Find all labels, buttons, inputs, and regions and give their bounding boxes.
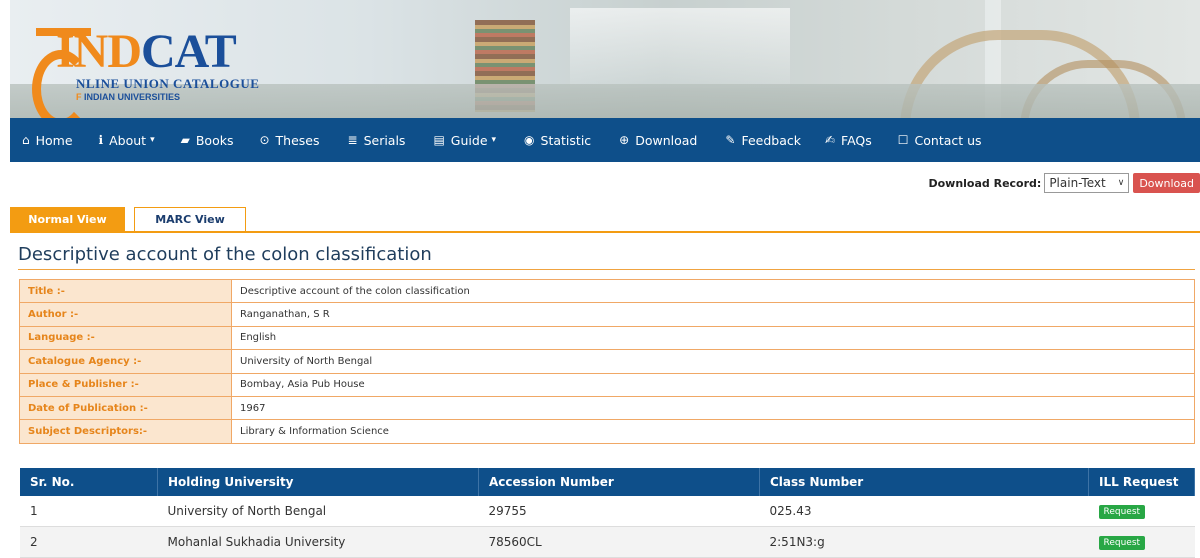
nav-serials[interactable]: ≣ Serials xyxy=(348,118,406,162)
detail-row: Author :- Ranganathan, S R xyxy=(19,302,1195,327)
download-icon: ⊕ xyxy=(619,133,630,147)
newspaper-icon: ≣ xyxy=(347,133,358,147)
book-icon: ▰ xyxy=(180,133,190,147)
tab-normal-view[interactable]: Normal View xyxy=(10,207,125,231)
table-row: 1 University of North Bengal 29755 025.4… xyxy=(20,496,1195,527)
detail-value: 1967 xyxy=(231,395,1195,421)
pencil-icon: ✎ xyxy=(725,133,736,147)
detail-label: Date of Publication :- xyxy=(19,395,232,421)
cell-sr: 2 xyxy=(20,526,158,558)
cell-class: 025.43 xyxy=(759,496,1089,527)
square-icon: ☐ xyxy=(897,133,909,147)
detail-value: Library & Information Science xyxy=(231,419,1195,444)
cell-class: 2:51N3:g xyxy=(759,526,1089,558)
cell-accession: 29755 xyxy=(478,496,760,527)
nav-guide[interactable]: ▤ Guide ▾ xyxy=(433,118,496,162)
header-banner: INDCAT NLINE UNION CATALOGUE F INDIAN UN… xyxy=(10,0,1200,118)
detail-label: Catalogue Agency :- xyxy=(19,349,232,374)
list-icon: ▤ xyxy=(433,133,445,147)
chevron-down-icon: ▾ xyxy=(491,135,497,145)
nav-home[interactable]: ⌂ Home xyxy=(22,118,73,162)
detail-row: Title :- Descriptive account of the colo… xyxy=(19,278,1195,304)
holdings-header-row: Sr. No. Holding University Accession Num… xyxy=(20,468,1195,496)
column-header: Holding University xyxy=(157,468,479,496)
nav-theses[interactable]: ⊙ Theses xyxy=(259,118,319,162)
nav-feedback[interactable]: ✎ Feedback xyxy=(725,118,801,162)
column-header: Sr. No. xyxy=(20,468,158,496)
cell-university: Mohanlal Sukhadia University xyxy=(157,526,479,558)
detail-value: Descriptive account of the colon classif… xyxy=(231,278,1195,304)
cell-request: Request xyxy=(1088,496,1195,527)
cell-accession: 78560CL xyxy=(478,526,760,558)
cell-university: University of North Bengal xyxy=(157,496,479,527)
main-navbar: ⌂ Home ℹ About ▾ ▰ Books ⊙ Theses ≣ Seri… xyxy=(10,118,1200,162)
nav-books[interactable]: ▰ Books xyxy=(181,118,234,162)
radio-icon: ◉ xyxy=(524,133,535,147)
detail-row: Date of Publication :- 1967 xyxy=(19,395,1195,421)
chevron-down-icon: ∨ xyxy=(1117,178,1125,188)
detail-label: Language :- xyxy=(19,325,232,351)
cell-sr: 1 xyxy=(20,496,158,527)
column-header: Class Number xyxy=(759,468,1089,496)
record-details-table: Title :- Descriptive account of the colo… xyxy=(19,278,1195,444)
download-record-label: Download Record: xyxy=(928,176,1042,190)
download-button[interactable]: Download xyxy=(1133,173,1200,193)
page-title: Descriptive account of the colon classif… xyxy=(18,244,432,265)
nav-faqs[interactable]: ✍ FAQs xyxy=(825,118,872,162)
nav-contact[interactable]: ☐ Contact us xyxy=(898,118,982,162)
detail-value: Bombay, Asia Pub House xyxy=(231,372,1195,397)
column-header: Accession Number xyxy=(478,468,760,496)
target-icon: ⊙ xyxy=(259,133,270,147)
holdings-table: Sr. No. Holding University Accession Num… xyxy=(20,468,1195,558)
column-header: ILL Request xyxy=(1088,468,1195,496)
logo-subtagline: F INDIAN UNIVERSITIES xyxy=(76,92,181,102)
info-icon: ℹ xyxy=(98,133,104,147)
nav-download[interactable]: ⊕ Download xyxy=(619,118,697,162)
detail-row: Place & Publisher :- Bombay, Asia Pub Ho… xyxy=(19,372,1195,397)
detail-row: Subject Descriptors:- Library & Informat… xyxy=(19,419,1195,444)
detail-row: Catalogue Agency :- University of North … xyxy=(19,349,1195,374)
detail-value: English xyxy=(231,325,1195,351)
title-divider xyxy=(18,269,1195,270)
table-row: 2 Mohanlal Sukhadia University 78560CL 2… xyxy=(20,526,1195,558)
detail-value: University of North Bengal xyxy=(231,349,1195,374)
detail-label: Place & Publisher :- xyxy=(19,372,232,397)
detail-label: Author :- xyxy=(19,302,232,327)
cell-request: Request xyxy=(1088,526,1195,558)
download-format-select[interactable]: Plain-Text ∨ xyxy=(1044,173,1130,193)
detail-row: Language :- English xyxy=(19,325,1195,351)
detail-value: Ranganathan, S R xyxy=(231,302,1195,327)
edit-icon: ✍ xyxy=(824,133,836,147)
detail-label: Title :- xyxy=(19,278,232,304)
detail-label: Subject Descriptors:- xyxy=(19,419,232,444)
nav-about[interactable]: ℹ About ▾ xyxy=(99,118,155,162)
request-button[interactable]: Request xyxy=(1098,536,1146,550)
indcat-logo[interactable]: INDCAT NLINE UNION CATALOGUE F INDIAN UN… xyxy=(30,20,260,118)
home-icon: ⌂ xyxy=(22,133,30,147)
nav-statistic[interactable]: ◉ Statistic xyxy=(524,118,591,162)
request-button[interactable]: Request xyxy=(1098,505,1146,519)
view-tabs: Normal View MARC View xyxy=(10,207,1200,233)
chevron-down-icon: ▾ xyxy=(150,135,155,145)
download-record-bar: Download Record: Plain-Text ∨ Download xyxy=(928,172,1200,194)
tab-marc-view[interactable]: MARC View xyxy=(134,207,246,231)
logo-tagline: NLINE UNION CATALOGUE xyxy=(76,76,260,91)
